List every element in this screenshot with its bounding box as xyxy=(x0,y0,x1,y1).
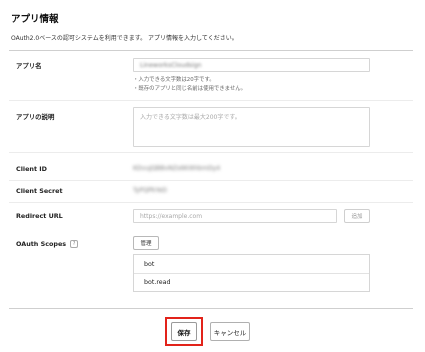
redirect-url-input[interactable]: https://example.com xyxy=(133,209,337,223)
client-id-value: KDvuJQBBvNZs6Ki6hbmDy4 xyxy=(133,165,221,172)
header-divider xyxy=(9,50,413,51)
client-secret-label: Client Secret xyxy=(16,187,63,195)
app-name-hint-duplicate: ・既存のアプリと同じ名前は使用できません。 xyxy=(133,86,247,92)
cancel-button[interactable]: キャンセル xyxy=(210,322,250,341)
scope-item-bot: bot xyxy=(144,260,155,268)
footer-divider xyxy=(9,308,413,309)
redirect-url-placeholder: https://example.com xyxy=(140,212,203,220)
row-divider xyxy=(9,152,413,153)
oauth-scopes-label-text: OAuth Scopes xyxy=(16,240,67,248)
client-secret-value: TyPQPkYeD xyxy=(133,187,167,194)
app-description-label: アプリの説明 xyxy=(16,113,55,121)
row-divider xyxy=(9,180,413,181)
app-name-input[interactable]: LineworksCloudsign xyxy=(133,58,370,72)
app-name-label: アプリ名 xyxy=(16,62,42,70)
redirect-url-add-button[interactable]: 追加 xyxy=(344,209,370,223)
scope-list: bot bot.read xyxy=(133,254,370,292)
row-divider xyxy=(9,202,413,203)
app-description-placeholder: 入力できる文字数は最大200字です。 xyxy=(140,114,241,121)
scope-item-bot-read: bot.read xyxy=(134,273,369,291)
client-id-label: Client ID xyxy=(16,165,47,173)
app-name-hint-length: ・入力できる文字数は20字です。 xyxy=(133,77,215,83)
page-title: アプリ情報 xyxy=(11,14,59,25)
page-description: OAuth2.0ベースの認可システムを利用できます。 アプリ情報を入力してくださ… xyxy=(11,35,238,42)
row-divider xyxy=(9,100,413,101)
app-name-value: LineworksCloudsign xyxy=(140,61,202,69)
oauth-scopes-label: OAuth Scopes? xyxy=(16,240,79,248)
save-button[interactable]: 保存 xyxy=(171,322,197,341)
app-description-textarea[interactable]: 入力できる文字数は最大200字です。 xyxy=(133,107,370,147)
manage-scopes-button[interactable]: 管理 xyxy=(133,236,159,250)
help-icon[interactable]: ? xyxy=(70,240,79,248)
redirect-url-label: Redirect URL xyxy=(16,212,63,220)
